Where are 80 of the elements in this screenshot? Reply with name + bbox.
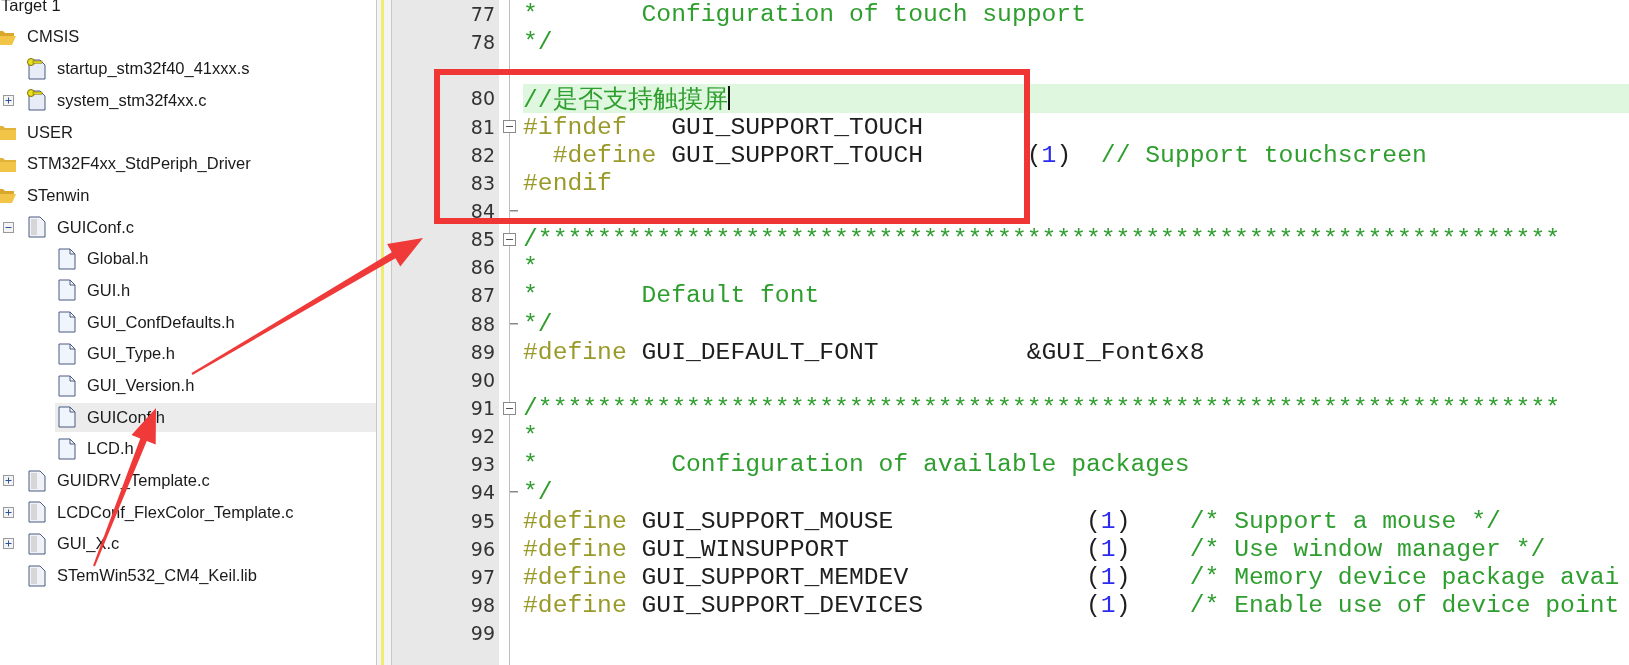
tree-item[interactable]: Target 1 (0, 0, 376, 20)
code-line: * Configuration of touch support (523, 0, 1087, 29)
fold-toggle[interactable] (503, 401, 516, 415)
line-number: 90 (470, 368, 495, 391)
fold-toggle[interactable] (503, 120, 516, 134)
code-line: #define GUI_DEFAULT_FONT &GUI_Font6x8 (523, 337, 1206, 366)
code-line: /********************************************************************* (523, 225, 1562, 254)
code-line: */ (523, 28, 554, 57)
tree-item[interactable]: Global.h (55, 244, 376, 274)
tree-item[interactable]: GUI.h (55, 275, 376, 305)
line-number: 95 (470, 509, 495, 532)
line-number: 93 (470, 453, 495, 476)
line-number: 78 (470, 31, 495, 54)
line-number: 86 (470, 256, 495, 279)
file-icon (55, 311, 77, 334)
code-line: #ifndef GUI_SUPPORT_TOUCH (523, 112, 925, 141)
tree-item[interactable]: GUI_Version.h (55, 371, 376, 400)
line-number: 99 (470, 622, 495, 645)
line-number: 97 (470, 565, 495, 588)
file-icon (55, 342, 77, 365)
source-file-icon (25, 564, 47, 587)
line-number: 88 (470, 312, 495, 335)
code-line: * (523, 253, 539, 282)
fold-toggle[interactable] (503, 232, 516, 246)
source-file-icon (25, 501, 47, 524)
expand-toggle[interactable] (3, 475, 14, 487)
code-line: #define GUI_SUPPORT_MOUSE (1) /* Support a mouse */ (523, 506, 1502, 535)
line-number: 91 (470, 396, 495, 419)
line-number: 77 (470, 3, 495, 25)
key-file-icon (25, 57, 47, 80)
line-number: 85 (470, 228, 495, 251)
source-file-icon (25, 532, 47, 555)
line-number: 89 (470, 340, 495, 363)
line-number: 94 (470, 481, 495, 504)
line-number: 96 (470, 537, 495, 560)
key-file-icon (25, 89, 47, 112)
fold-end-mark (510, 210, 518, 213)
file-icon (55, 437, 77, 460)
tree-item[interactable]: GUI_ConfDefaults.h (55, 307, 376, 337)
code-line: #define GUI_SUPPORT_DEVICES (1) /* Enable use of device point (523, 590, 1621, 620)
tree-item[interactable]: STM32F4xx_StdPeriph_Driver (0, 149, 376, 179)
line-number: 98 (470, 593, 495, 616)
code-line: #define GUI_SUPPORT_TOUCH (1) // Support touchscreen (551, 140, 1428, 169)
expand-toggle[interactable] (3, 94, 14, 106)
code-line: /********************************************************************* (523, 393, 1562, 423)
source-file-icon (25, 469, 47, 492)
line-number: 81 (470, 115, 495, 138)
code-line: #define GUI_SUPPORT_MEMDEV (1) /* Memory device package avai (523, 562, 1621, 591)
source-file-icon (25, 216, 47, 239)
file-icon (55, 247, 77, 270)
expand-toggle[interactable] (3, 506, 14, 518)
tree-item[interactable]: STenwin (0, 180, 376, 210)
code-line: #define GUI_WINSUPPORT (1) /* Use window manager */ (523, 534, 1547, 563)
line-number: 92 (470, 425, 495, 448)
tree-item[interactable]: GUI_Type.h (55, 339, 376, 369)
file-icon (55, 374, 77, 397)
fold-end-mark (510, 491, 518, 494)
line-number: 87 (470, 284, 495, 307)
code-line: * (523, 422, 539, 451)
tree-item[interactable]: GUIConf.c (25, 212, 376, 242)
code-line: * Default font (523, 281, 821, 310)
tree-item[interactable]: LCD.h (55, 434, 376, 464)
line-number: 84 (470, 200, 495, 222)
tree-item[interactable]: STemWin532_CM4_Keil.lib (25, 561, 376, 591)
code-line: */ (523, 309, 554, 338)
expand-toggle[interactable] (3, 538, 14, 550)
file-icon (55, 406, 77, 429)
tree-item[interactable]: startup_stm32f40_41xxx.s (25, 54, 376, 84)
line-number: 83 (470, 171, 495, 194)
tree-item[interactable]: system_stm32f4xx.c (25, 85, 376, 115)
code-line: * Configuration of available packages (523, 450, 1191, 479)
file-icon (55, 279, 77, 302)
tree-item[interactable]: USER (0, 117, 376, 147)
code-line: */ (523, 478, 554, 507)
line-number: 80 (470, 87, 495, 110)
line-number: 82 (470, 143, 495, 166)
fold-end-mark (510, 322, 518, 325)
code-line: #endif (523, 168, 613, 197)
expand-toggle[interactable] (3, 221, 14, 233)
tree-item[interactable]: CMSIS (0, 22, 376, 52)
